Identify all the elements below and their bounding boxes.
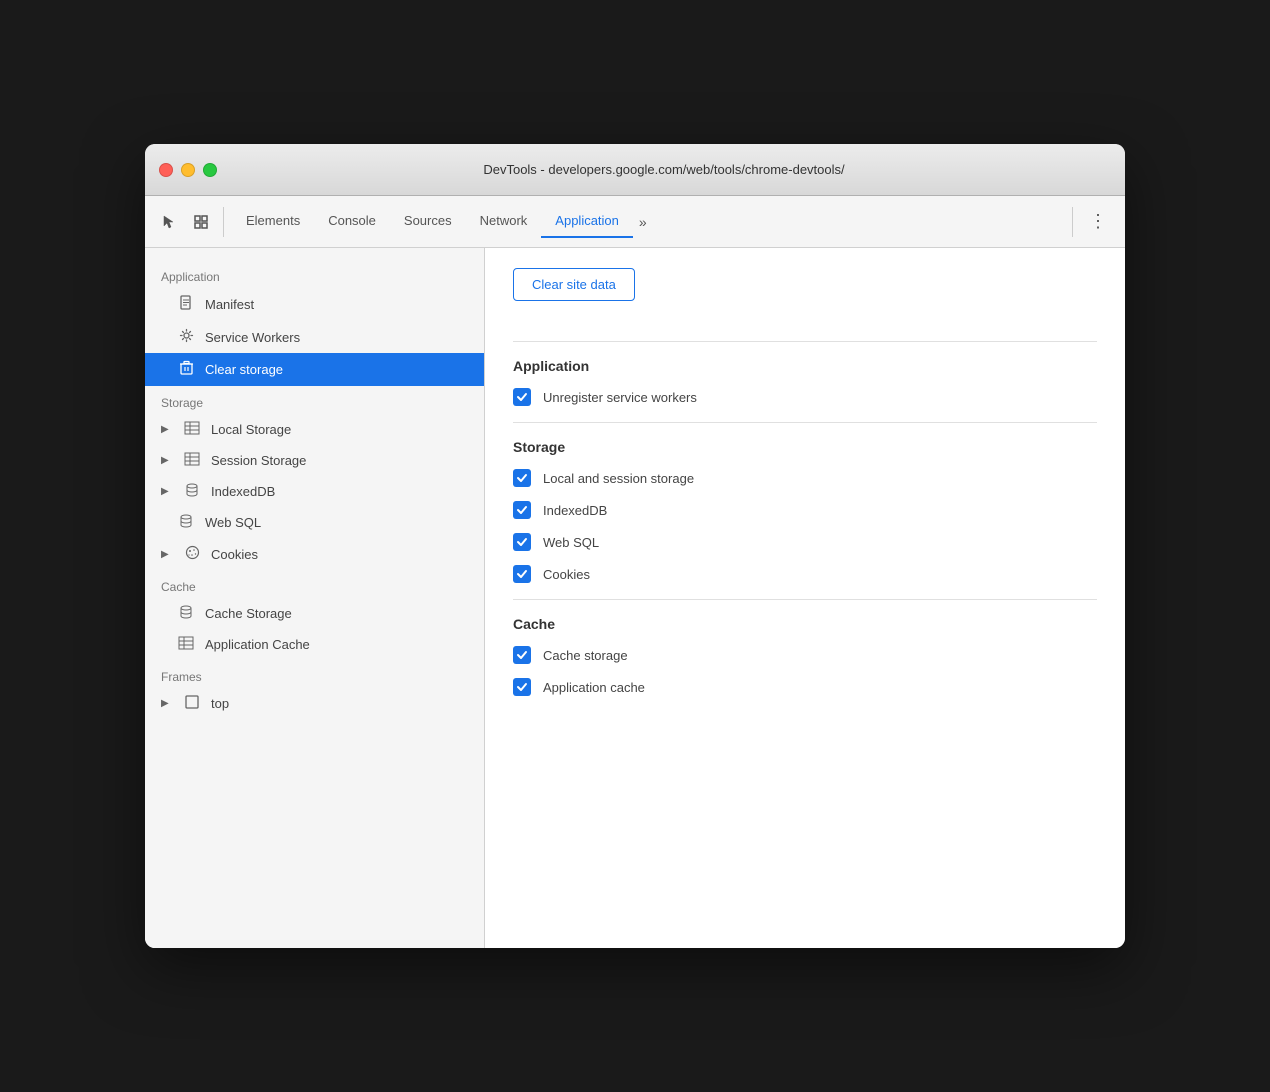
checkbox-item-local-session-storage: Local and session storage — [513, 469, 1097, 487]
web-sql-label: Web SQL — [543, 535, 599, 550]
local-storage-icon — [183, 421, 201, 438]
checkbox-item-unregister-sw: Unregister service workers — [513, 388, 1097, 406]
manifest-icon — [177, 295, 195, 314]
inspect-icon[interactable] — [187, 208, 215, 236]
window-title: DevTools - developers.google.com/web/too… — [217, 162, 1111, 177]
sidebar-item-session-storage[interactable]: ▶ Session Storage — [145, 445, 484, 476]
traffic-lights — [159, 163, 217, 177]
sidebar-section-cache: Cache — [145, 570, 484, 598]
local-storage-label: Local Storage — [211, 422, 291, 437]
tab-elements[interactable]: Elements — [232, 205, 314, 238]
arrow-top: ▶ — [161, 698, 173, 709]
tab-application[interactable]: Application — [541, 205, 633, 238]
checkbox-local-session-storage[interactable] — [513, 469, 531, 487]
trash-icon — [177, 360, 195, 379]
content-section-cache-title: Cache — [513, 616, 1097, 632]
cache-storage-label: Cache storage — [543, 648, 628, 663]
sidebar-section-application: Application — [145, 260, 484, 288]
gear-icon — [177, 328, 195, 346]
clear-storage-label: Clear storage — [205, 362, 283, 377]
content-area: Clear site data Application Unregister s… — [485, 248, 1125, 948]
arrow-cookies: ▶ — [161, 549, 173, 560]
checkbox-indexeddb[interactable] — [513, 501, 531, 519]
more-tabs-button[interactable]: » — [633, 210, 653, 234]
sidebar-item-top[interactable]: ▶ top — [145, 688, 484, 719]
sidebar-item-clear-storage[interactable]: Clear storage — [145, 353, 484, 386]
sidebar-item-manifest[interactable]: Manifest — [145, 288, 484, 321]
toolbar-divider-1 — [223, 207, 224, 237]
sidebar-item-application-cache[interactable]: Application Cache — [145, 629, 484, 660]
content-section-cache: Cache Cache storage Applica — [513, 616, 1097, 696]
unregister-sw-label: Unregister service workers — [543, 390, 697, 405]
checkbox-item-application-cache: Application cache — [513, 678, 1097, 696]
application-cache-label: Application cache — [543, 680, 645, 695]
devtools-window: DevTools - developers.google.com/web/too… — [145, 144, 1125, 948]
cookies-label: Cookies — [211, 547, 258, 562]
toolbar-divider-2 — [1072, 207, 1073, 237]
application-cache-label: Application Cache — [205, 637, 310, 652]
frame-icon — [183, 695, 201, 712]
titlebar: DevTools - developers.google.com/web/too… — [145, 144, 1125, 196]
indexeddb-label: IndexedDB — [543, 503, 607, 518]
sidebar-item-local-storage[interactable]: ▶ Local Storage — [145, 414, 484, 445]
divider-1 — [513, 341, 1097, 342]
checkbox-item-web-sql: Web SQL — [513, 533, 1097, 551]
arrow-indexeddb: ▶ — [161, 486, 173, 497]
minimize-button[interactable] — [181, 163, 195, 177]
cache-storage-label: Cache Storage — [205, 606, 292, 621]
tab-sources[interactable]: Sources — [390, 205, 466, 238]
cursor-icon[interactable] — [155, 208, 183, 236]
divider-2 — [513, 422, 1097, 423]
content-section-storage: Storage Local and session storage — [513, 439, 1097, 583]
main-content: Application Manifest — [145, 248, 1125, 948]
sidebar-item-web-sql[interactable]: Web SQL — [145, 507, 484, 538]
checkbox-application-cache[interactable] — [513, 678, 531, 696]
sidebar-item-cache-storage[interactable]: Cache Storage — [145, 598, 484, 629]
sidebar-item-cookies[interactable]: ▶ Cookies — [145, 538, 484, 570]
checkbox-item-cache-storage: Cache storage — [513, 646, 1097, 664]
indexeddb-label: IndexedDB — [211, 484, 275, 499]
content-section-application-title: Application — [513, 358, 1097, 374]
cookies-label: Cookies — [543, 567, 590, 582]
content-section-application: Application Unregister service workers — [513, 358, 1097, 406]
checkbox-cookies[interactable] — [513, 565, 531, 583]
checkbox-web-sql[interactable] — [513, 533, 531, 551]
web-sql-icon — [177, 514, 195, 531]
divider-3 — [513, 599, 1097, 600]
session-storage-icon — [183, 452, 201, 469]
web-sql-label: Web SQL — [205, 515, 261, 530]
top-label: top — [211, 696, 229, 711]
service-workers-label: Service Workers — [205, 330, 300, 345]
arrow-session-storage: ▶ — [161, 455, 173, 466]
cache-storage-icon — [177, 605, 195, 622]
checkbox-item-indexeddb: IndexedDB — [513, 501, 1097, 519]
session-storage-label: Session Storage — [211, 453, 306, 468]
clear-site-data-button[interactable]: Clear site data — [513, 268, 635, 301]
sidebar-section-storage: Storage — [145, 386, 484, 414]
toolbar: Elements Console Sources Network Applica… — [145, 196, 1125, 248]
checkbox-cache-storage[interactable] — [513, 646, 531, 664]
sidebar-section-frames: Frames — [145, 660, 484, 688]
tab-console[interactable]: Console — [314, 205, 390, 238]
sidebar: Application Manifest — [145, 248, 485, 948]
manifest-label: Manifest — [205, 297, 254, 312]
cookies-icon — [183, 545, 201, 563]
maximize-button[interactable] — [203, 163, 217, 177]
indexeddb-icon — [183, 483, 201, 500]
sidebar-item-indexeddb[interactable]: ▶ IndexedDB — [145, 476, 484, 507]
application-cache-icon — [177, 636, 195, 653]
checkbox-item-cookies: Cookies — [513, 565, 1097, 583]
close-button[interactable] — [159, 163, 173, 177]
arrow-local-storage: ▶ — [161, 424, 173, 435]
devtools-menu-button[interactable]: ⋮ — [1081, 207, 1115, 236]
tab-network[interactable]: Network — [466, 205, 542, 238]
checkbox-unregister-sw[interactable] — [513, 388, 531, 406]
sidebar-item-service-workers[interactable]: Service Workers — [145, 321, 484, 353]
content-section-storage-title: Storage — [513, 439, 1097, 455]
toolbar-tabs: Elements Console Sources Network Applica… — [232, 205, 1064, 238]
local-session-storage-label: Local and session storage — [543, 471, 694, 486]
